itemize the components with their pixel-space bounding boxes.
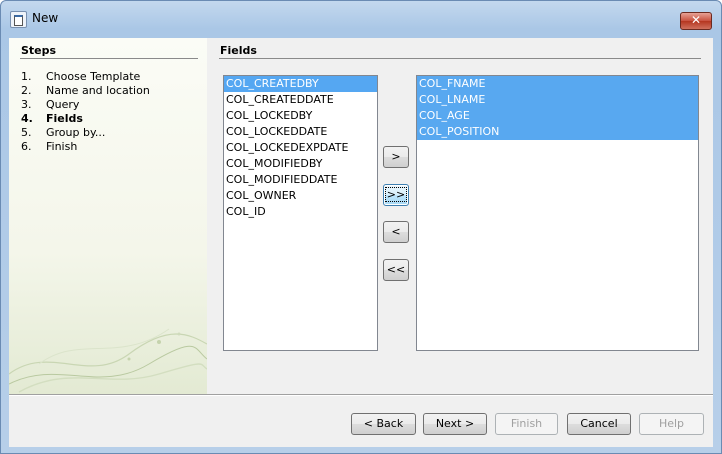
step-item: 5. Group by... [21,126,150,140]
decorative-swirl-graphic [9,328,207,393]
close-button[interactable]: ✕ [680,12,712,30]
available-field-item[interactable]: COL_MODIFIEDBY [224,156,377,172]
steps-list: 1. Choose Template 2. Name and location 3.… [21,70,150,154]
selected-field-item[interactable]: COL_POSITION [417,124,698,140]
available-field-item[interactable]: COL_CREATEDDATE [224,92,377,108]
step-label: Choose Template [46,70,141,83]
selected-field-item[interactable]: COL_FNAME [417,76,698,92]
app-icon [10,11,27,28]
step-label: Name and location [46,84,150,97]
steps-panel: Steps 1. Choose Template 2. Name and locat… [9,38,207,394]
selected-field-item[interactable]: COL_LNAME [417,92,698,108]
available-field-item[interactable]: COL_ID [224,204,377,220]
step-item: 3. Query [21,98,150,112]
available-field-item[interactable]: COL_OWNER [224,188,377,204]
back-button[interactable]: < Back [351,413,416,435]
step-label: Query [46,98,80,111]
selected-fields-list[interactable]: COL_FNAME COL_LNAME COL_AGE COL_POSITION [416,75,699,351]
available-field-item[interactable]: COL_LOCKEDBY [224,108,377,124]
dialog-content: Steps 1. Choose Template 2. Name and locat… [9,38,713,447]
footer-separator [9,394,713,396]
steps-heading: Steps [21,44,57,57]
step-label: Group by... [46,126,106,139]
remove-all-fields-button[interactable]: << [383,259,409,281]
window-title: New [32,11,59,25]
steps-divider [20,58,198,59]
step-number: 1. [21,70,32,83]
step-number: 2. [21,84,32,97]
cancel-button[interactable]: Cancel [567,413,631,435]
step-item: 1. Choose Template [21,70,150,84]
available-field-item[interactable]: COL_LOCKEDDATE [224,124,377,140]
step-number: 4. [21,112,33,125]
step-number: 3. [21,98,32,111]
available-field-item[interactable]: COL_LOCKEDEXPDATE [224,140,377,156]
fields-heading: Fields [220,44,257,57]
step-label: Finish [46,140,78,153]
available-fields-list[interactable]: COL_CREATEDBY COL_CREATEDDATE COL_LOCKED… [223,75,378,351]
add-all-fields-button[interactable]: >> [383,184,409,206]
add-field-button[interactable]: > [383,146,409,168]
fields-divider [219,58,701,59]
title-bar[interactable]: New ✕ [1,1,721,31]
finish-button[interactable]: Finish [495,413,558,435]
available-field-item[interactable]: COL_CREATEDBY [224,76,377,92]
step-label: Fields [46,112,83,125]
step-number: 5. [21,126,32,139]
new-wizard-window: New ✕ Steps 1. Choose Template 2. Name and… [0,0,722,454]
remove-field-button[interactable]: < [383,221,409,243]
help-button[interactable]: Help [639,413,704,435]
step-item-current: 4. Fields [21,112,150,126]
next-button[interactable]: Next > [423,413,487,435]
step-item: 6. Finish [21,140,150,154]
selected-field-item[interactable]: COL_AGE [417,108,698,124]
step-item: 2. Name and location [21,84,150,98]
available-field-item[interactable]: COL_MODIFIEDDATE [224,172,377,188]
fields-panel: Fields COL_CREATEDBY COL_CREATEDDATE COL… [207,38,713,394]
add-all-fields-label: >> [384,187,408,202]
step-number: 6. [21,140,32,153]
